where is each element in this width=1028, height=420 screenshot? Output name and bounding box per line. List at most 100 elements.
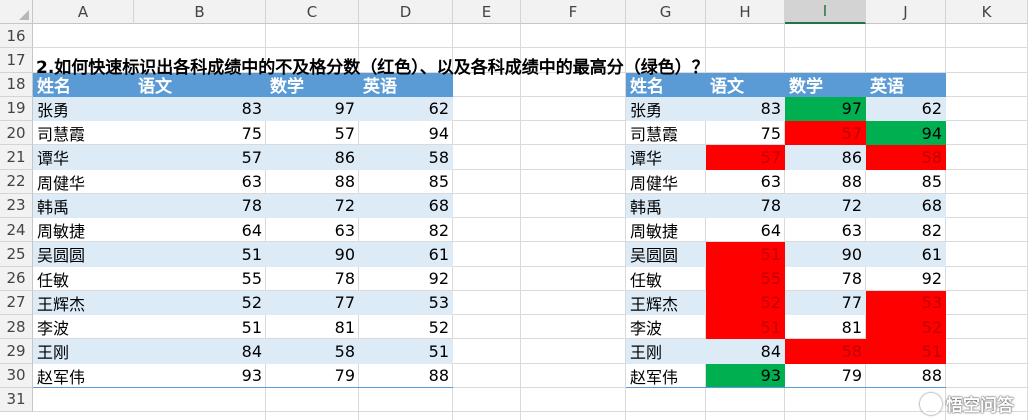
row-header-21[interactable]: 21 [0,145,33,170]
left-table-cell-name[interactable]: 韩禹 [33,193,134,218]
right-table-cell-chinese[interactable]: 51 [706,315,785,340]
column-header-j[interactable]: J [866,0,946,24]
column-header-a[interactable]: A [33,0,134,24]
left-table-cell-math[interactable]: 79 [266,364,359,388]
right-table-cell-name[interactable]: 韩禹 [626,193,706,218]
row-header-24[interactable]: 24 [0,218,33,243]
right-table-cell-name[interactable]: 周敏捷 [626,218,706,242]
right-table-cell-chinese[interactable]: 84 [706,339,785,364]
right-table-cell-math[interactable]: 63 [785,218,866,242]
left-table-cell-name[interactable]: 周敏捷 [33,218,134,242]
right-table-cell-math[interactable]: 88 [785,170,866,194]
left-table-cell-chinese[interactable]: 55 [134,267,266,291]
right-table-cell-name[interactable]: 周健华 [626,170,706,194]
right-table-cell-math[interactable]: 58 [785,339,866,364]
right-table-cell-math[interactable]: 86 [785,145,866,170]
left-table-cell-chinese[interactable]: 83 [134,96,266,121]
right-table-cell-english[interactable]: 82 [866,218,946,242]
left-table-cell-english[interactable]: 94 [359,121,453,145]
right-table-cell-math[interactable]: 57 [785,121,866,146]
right-table-cell-math[interactable]: 79 [785,364,866,388]
left-table-cell-math[interactable]: 57 [266,121,359,145]
right-table-cell-math[interactable]: 72 [785,193,866,218]
column-header-c[interactable]: C [266,0,359,24]
row-header-30[interactable]: 30 [0,363,33,388]
left-table-cell-english[interactable]: 85 [359,170,453,194]
right-table-cell-chinese[interactable]: 75 [706,121,785,145]
left-table-cell-english[interactable]: 61 [359,242,453,267]
right-table-cell-math[interactable]: 81 [785,315,866,339]
right-table-cell-english[interactable]: 68 [866,193,946,218]
right-table-cell-english[interactable]: 58 [866,145,946,170]
column-header-f[interactable]: F [521,0,626,24]
left-table-cell-name[interactable]: 张勇 [33,96,134,121]
right-table-cell-chinese[interactable]: 93 [706,363,785,388]
row-header-25[interactable]: 25 [0,242,33,267]
left-table-cell-english[interactable]: 68 [359,193,453,218]
column-header-h[interactable]: H [706,0,785,24]
right-table-cell-name[interactable]: 张勇 [626,96,706,121]
right-table-cell-english[interactable]: 92 [866,267,946,291]
left-table-cell-chinese[interactable]: 78 [134,193,266,218]
right-table-cell-english[interactable]: 94 [866,121,946,146]
left-table-cell-name[interactable]: 司慧霞 [33,121,134,145]
right-table-cell-chinese[interactable]: 51 [706,242,785,267]
left-table-cell-name[interactable]: 赵军伟 [33,364,134,388]
select-all-corner[interactable] [0,0,33,24]
left-table-cell-chinese[interactable]: 63 [134,170,266,194]
right-table-cell-math[interactable]: 90 [785,242,866,267]
column-header-b[interactable]: B [134,0,266,24]
right-table-cell-chinese[interactable]: 57 [706,145,785,170]
row-header-28[interactable]: 28 [0,315,33,340]
row-header-16[interactable]: 16 [0,24,33,49]
left-table-cell-name[interactable]: 周健华 [33,170,134,194]
right-table-cell-name[interactable]: 王辉杰 [626,290,706,315]
left-table-cell-math[interactable]: 77 [266,290,359,315]
right-table-cell-math[interactable]: 77 [785,290,866,315]
left-table-cell-english[interactable]: 82 [359,218,453,242]
right-table-cell-chinese[interactable]: 63 [706,170,785,194]
left-table-cell-chinese[interactable]: 75 [134,121,266,145]
right-table-cell-name[interactable]: 王刚 [626,339,706,364]
column-header-k[interactable]: K [946,0,1028,24]
row-header-18[interactable]: 18 [0,72,33,97]
left-table-cell-math[interactable]: 58 [266,339,359,364]
left-table-cell-math[interactable]: 72 [266,193,359,218]
left-table-cell-chinese[interactable]: 51 [134,242,266,267]
right-table-cell-name[interactable]: 赵军伟 [626,364,706,388]
column-header-i[interactable]: I [785,0,866,24]
left-table-cell-math[interactable]: 78 [266,267,359,291]
row-header-17[interactable]: 17 [0,48,33,73]
row-header-27[interactable]: 27 [0,290,33,315]
left-table-cell-math[interactable]: 86 [266,145,359,170]
left-table-cell-chinese[interactable]: 52 [134,290,266,315]
right-table-cell-math[interactable]: 97 [785,96,866,121]
right-table-cell-name[interactable]: 李波 [626,315,706,339]
left-table-cell-english[interactable]: 62 [359,96,453,121]
left-table-cell-english[interactable]: 51 [359,339,453,364]
left-table-cell-name[interactable]: 吴圆圆 [33,242,134,267]
column-header-g[interactable]: G [626,0,706,24]
row-header-19[interactable]: 19 [0,96,33,121]
right-table-cell-name[interactable]: 任敏 [626,267,706,291]
column-header-e[interactable]: E [453,0,521,24]
right-table-cell-name[interactable]: 吴圆圆 [626,242,706,267]
right-table-cell-english[interactable]: 53 [866,290,946,315]
row-header-29[interactable]: 29 [0,339,33,364]
left-table-cell-math[interactable]: 81 [266,315,359,339]
right-table-cell-chinese[interactable]: 55 [706,266,785,291]
left-table-cell-chinese[interactable]: 64 [134,218,266,242]
left-table-cell-chinese[interactable]: 57 [134,145,266,170]
left-table-cell-math[interactable]: 97 [266,96,359,121]
right-table-cell-english[interactable]: 52 [866,315,946,340]
left-table-cell-name[interactable]: 李波 [33,315,134,339]
right-table-cell-chinese[interactable]: 78 [706,193,785,218]
left-table-cell-chinese[interactable]: 84 [134,339,266,364]
left-table-cell-english[interactable]: 58 [359,145,453,170]
left-table-cell-math[interactable]: 88 [266,170,359,194]
left-table-cell-english[interactable]: 53 [359,290,453,315]
right-table-cell-english[interactable]: 85 [866,170,946,194]
right-table-cell-chinese[interactable]: 83 [706,96,785,121]
left-table-cell-name[interactable]: 王刚 [33,339,134,364]
left-table-cell-name[interactable]: 任敏 [33,267,134,291]
